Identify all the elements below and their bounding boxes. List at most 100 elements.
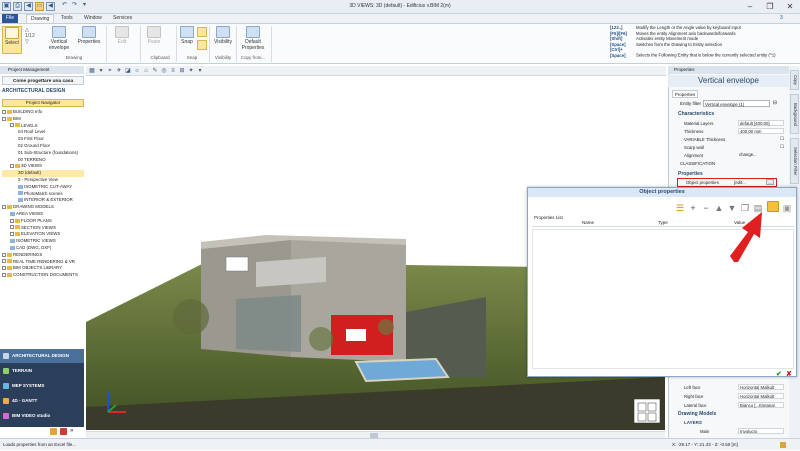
default-properties-button[interactable]: Default Properties <box>240 26 266 51</box>
move-up-icon[interactable]: ▲ <box>714 203 724 213</box>
tab-copy[interactable]: Copy <box>790 70 799 90</box>
tab-file[interactable]: File <box>2 14 19 23</box>
walk-icon[interactable]: ✈ <box>115 67 123 75</box>
expand-icon[interactable] <box>2 116 6 121</box>
expand-icon[interactable] <box>2 259 6 264</box>
property-row[interactable]: Lateral face Bianco [...Eintanal <box>670 402 787 409</box>
expand-icon[interactable] <box>2 205 6 209</box>
minimize-button[interactable]: – <box>740 0 760 14</box>
tab-background[interactable]: Background <box>790 94 799 134</box>
tree-item[interactable]: SECTION VIEWS <box>2 225 84 232</box>
expand-icon[interactable] <box>2 266 6 271</box>
view-cube[interactable] <box>633 398 661 424</box>
options-icon[interactable]: ▾ <box>196 67 204 75</box>
tree-item[interactable]: INTERIOR & EXTERIOR <box>2 197 84 204</box>
home-icon[interactable]: ⌂ <box>142 67 150 75</box>
expand-icon[interactable] <box>10 225 14 230</box>
tab-tools[interactable]: Tools <box>57 14 77 23</box>
properties-button[interactable]: Properties <box>77 26 101 45</box>
tree-item[interactable]: 03 First Floor <box>2 136 84 143</box>
property-row[interactable]: CLASSIFICATION <box>670 160 787 167</box>
tree-item[interactable]: 01 Sub-Structure (foundations) <box>2 150 84 157</box>
expand-icon[interactable] <box>10 164 14 169</box>
arrow-icon[interactable]: ▾ <box>97 67 105 75</box>
close-button[interactable]: ✕ <box>780 0 800 14</box>
add-icon[interactable]: + <box>688 203 698 213</box>
tree-item[interactable]: FLOOR PLANS <box>2 218 84 225</box>
expand-icon[interactable] <box>2 272 6 277</box>
tree-item[interactable]: AREA VIEWS <box>2 211 84 218</box>
tree-item[interactable]: 3D VIEWS <box>2 163 84 170</box>
paint-icon[interactable]: ✎ <box>151 67 159 75</box>
filter-icon[interactable]: ⊟ <box>772 100 778 107</box>
tab-drawing[interactable]: Drawing <box>26 14 55 23</box>
expand-icon[interactable] <box>2 109 6 114</box>
grid-icon[interactable]: ▦ <box>88 67 96 75</box>
visibility-button[interactable]: Visibility <box>212 26 234 45</box>
tree-item[interactable]: CONSTRUCTION DOCUMENTS <box>2 272 84 279</box>
tab-selection-filter[interactable]: Selection Filter <box>790 138 799 184</box>
lock-icon[interactable] <box>780 442 786 448</box>
select-button[interactable]: Select <box>2 26 22 54</box>
remove-icon[interactable]: − <box>701 203 711 213</box>
confirm-icon[interactable]: ✔ <box>776 370 782 378</box>
property-row[interactable]: Left face Horizontal Malkult <box>670 384 787 391</box>
palette-icon[interactable] <box>60 428 67 435</box>
tree-item[interactable]: 00 TERRENO <box>2 157 84 164</box>
tree-item[interactable]: RENDERINGS <box>2 252 84 259</box>
ellipsis-button[interactable]: … <box>766 179 774 185</box>
tree-item[interactable]: CAD (DWG, DXF) <box>2 245 84 252</box>
nav-terrain[interactable]: TERRAIN <box>0 364 84 378</box>
cube-icon[interactable]: ◪ <box>124 67 132 75</box>
property-row[interactable]: Alignment change... <box>670 152 787 159</box>
expand-icon[interactable] <box>10 218 14 223</box>
tree-item[interactable]: 3 - Perspective View <box>2 177 84 184</box>
property-row[interactable]: Scarp wall ☐ <box>670 144 787 151</box>
properties-section[interactable]: Properties <box>670 171 787 178</box>
project-navigator-bar[interactable]: Project Navigator <box>2 99 84 107</box>
tree-item[interactable]: ISOMETRIC VIEWS <box>2 238 84 245</box>
render-icon[interactable]: ◎ <box>160 67 168 75</box>
tree-item[interactable]: BIM <box>2 116 84 123</box>
column-name[interactable]: Name <box>582 220 594 225</box>
expand-icon[interactable] <box>2 252 6 257</box>
snap-toggle-icon[interactable] <box>197 27 207 37</box>
nav-4d-gantt[interactable]: 4D - GANTT <box>0 394 84 408</box>
tree-item[interactable]: DRAWING MODELS <box>2 204 84 211</box>
property-row[interactable]: Material Layers default [400.00] <box>670 120 787 127</box>
light-icon[interactable]: ✦ <box>187 67 195 75</box>
snap-button[interactable]: Snap <box>178 26 196 45</box>
tab-services[interactable]: Services <box>109 14 136 23</box>
horizontal-scrollbar[interactable] <box>86 431 665 438</box>
tree-item[interactable]: BUILDING Info <box>2 109 84 116</box>
section-icon[interactable]: ⊞ <box>178 67 186 75</box>
layers-section[interactable]: LAYERS <box>670 419 787 426</box>
list-icon[interactable]: ☰ <box>675 203 685 213</box>
tree-item[interactable]: PhotoMatch scenes <box>2 191 84 198</box>
grid-snap-icon[interactable] <box>197 40 207 50</box>
camera-icon[interactable]: ⌖ <box>106 67 114 75</box>
property-row[interactable]: VARIABLE Thickness ☐ <box>670 136 787 143</box>
tree-item[interactable]: ELEVATION VIEWS <box>2 231 84 238</box>
maximize-button[interactable]: ❐ <box>760 0 780 14</box>
expand-icon[interactable] <box>10 123 14 128</box>
vertical-envelope-button[interactable]: Vertical envelope <box>44 26 74 51</box>
drawing-models-section[interactable]: Drawing Models <box>670 411 787 418</box>
edit-button[interactable]: Edit <box>112 26 132 45</box>
down-arrow-icon[interactable]: ▽ <box>25 39 35 45</box>
tree-item[interactable]: 3D (default) <box>2 170 84 177</box>
layers-icon[interactable]: ≡ <box>169 67 177 75</box>
expand-icon[interactable] <box>10 232 14 237</box>
tree-item[interactable]: REAL TIME RENDERING & VR <box>2 259 84 266</box>
property-row[interactable]: Main Involucro <box>670 428 787 435</box>
save-icon[interactable]: ▣ <box>782 203 792 213</box>
entity-filter-select[interactable]: Vertical envelope (1) <box>703 100 770 107</box>
project-name[interactable]: Come progettare una casa <box>2 76 84 85</box>
settings-icon[interactable] <box>50 428 57 435</box>
characteristics-section[interactable]: Characteristics <box>670 111 787 118</box>
tree-item[interactable]: BIM OBJECTS LIBRARY <box>2 265 84 272</box>
paste-button[interactable]: Paste <box>145 26 163 45</box>
chevron-down-icon[interactable]: » <box>70 428 73 434</box>
nav-bim-video-studio[interactable]: BIM VIDEO studio <box>0 409 84 423</box>
tree-item[interactable]: 02 Ground Floor <box>2 143 84 150</box>
